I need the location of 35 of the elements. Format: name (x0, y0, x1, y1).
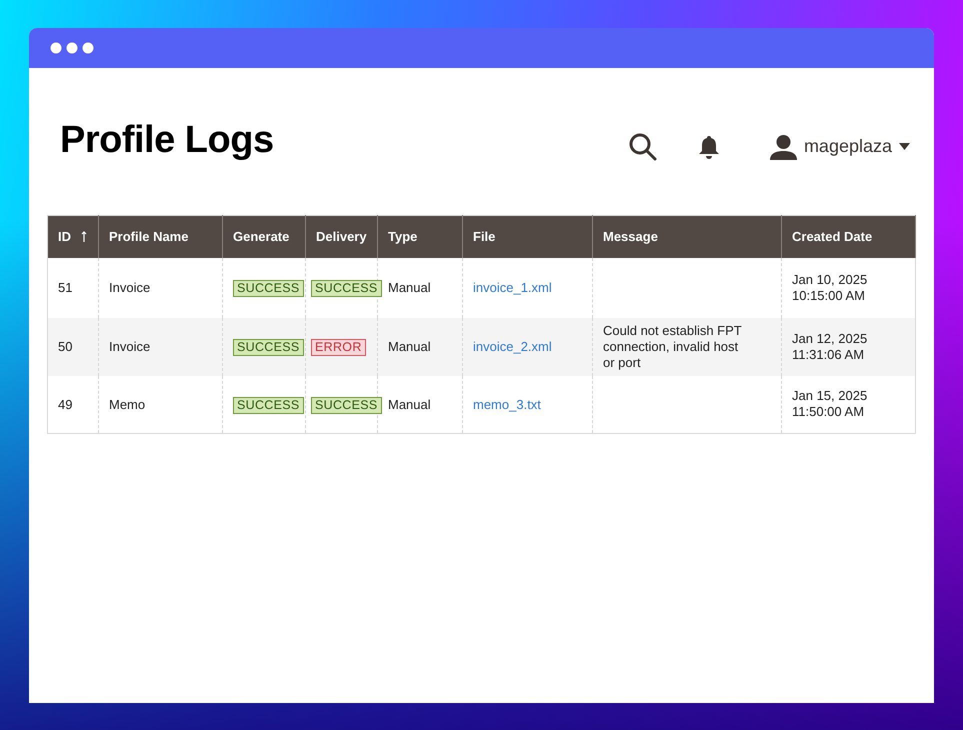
table-cell: 51 (58, 280, 72, 295)
table-cell: 49 (58, 396, 72, 412)
status-badge: SUCCESS (311, 280, 382, 297)
window-controls-icon (50, 42, 94, 54)
time-text: 11:50:00 AM (792, 404, 866, 420)
table-cell-text: Could not establish FPT connection, invalid host or port (603, 322, 742, 370)
user-menu[interactable]: mageplaza (770, 133, 910, 160)
status-badge: SUCCESS (233, 396, 304, 414)
search-button[interactable] (628, 132, 658, 162)
date-text: Jan 15, 2025 (792, 388, 868, 404)
file-link[interactable]: invoice_1.xml (473, 280, 552, 295)
table-cell: Invoice (109, 280, 150, 295)
caret-icon (899, 143, 910, 150)
bell-icon (698, 134, 720, 158)
user-icon (770, 134, 797, 160)
status-badge: SUCCESS (233, 280, 304, 297)
table-cell: Invoice (109, 338, 150, 354)
search-icon (628, 132, 658, 162)
time-text: 10:15:00 AM (792, 288, 866, 304)
time-text: 11:31:06 AM (792, 346, 866, 362)
status-badge: SUCCESS (311, 396, 382, 414)
status-badge: SUCCESS (233, 338, 304, 356)
date-text: Jan 12, 2025 (792, 330, 868, 346)
file-link[interactable]: invoice_2.xml (473, 338, 552, 354)
sort-arrow-icon (81, 231, 87, 242)
status-badge: ERROR (311, 338, 366, 356)
table-cell: Manual (388, 396, 431, 412)
notifications-button[interactable] (698, 134, 720, 158)
page-title: Profile Logs (60, 118, 274, 163)
table-cell: Memo (109, 396, 146, 412)
table-cell: Manual (388, 338, 431, 354)
table-cell: 50 (58, 338, 72, 354)
file-link[interactable]: memo_3.txt (473, 396, 541, 412)
date-text: Jan 10, 2025 (792, 272, 868, 288)
table-cell: Manual (388, 280, 431, 295)
